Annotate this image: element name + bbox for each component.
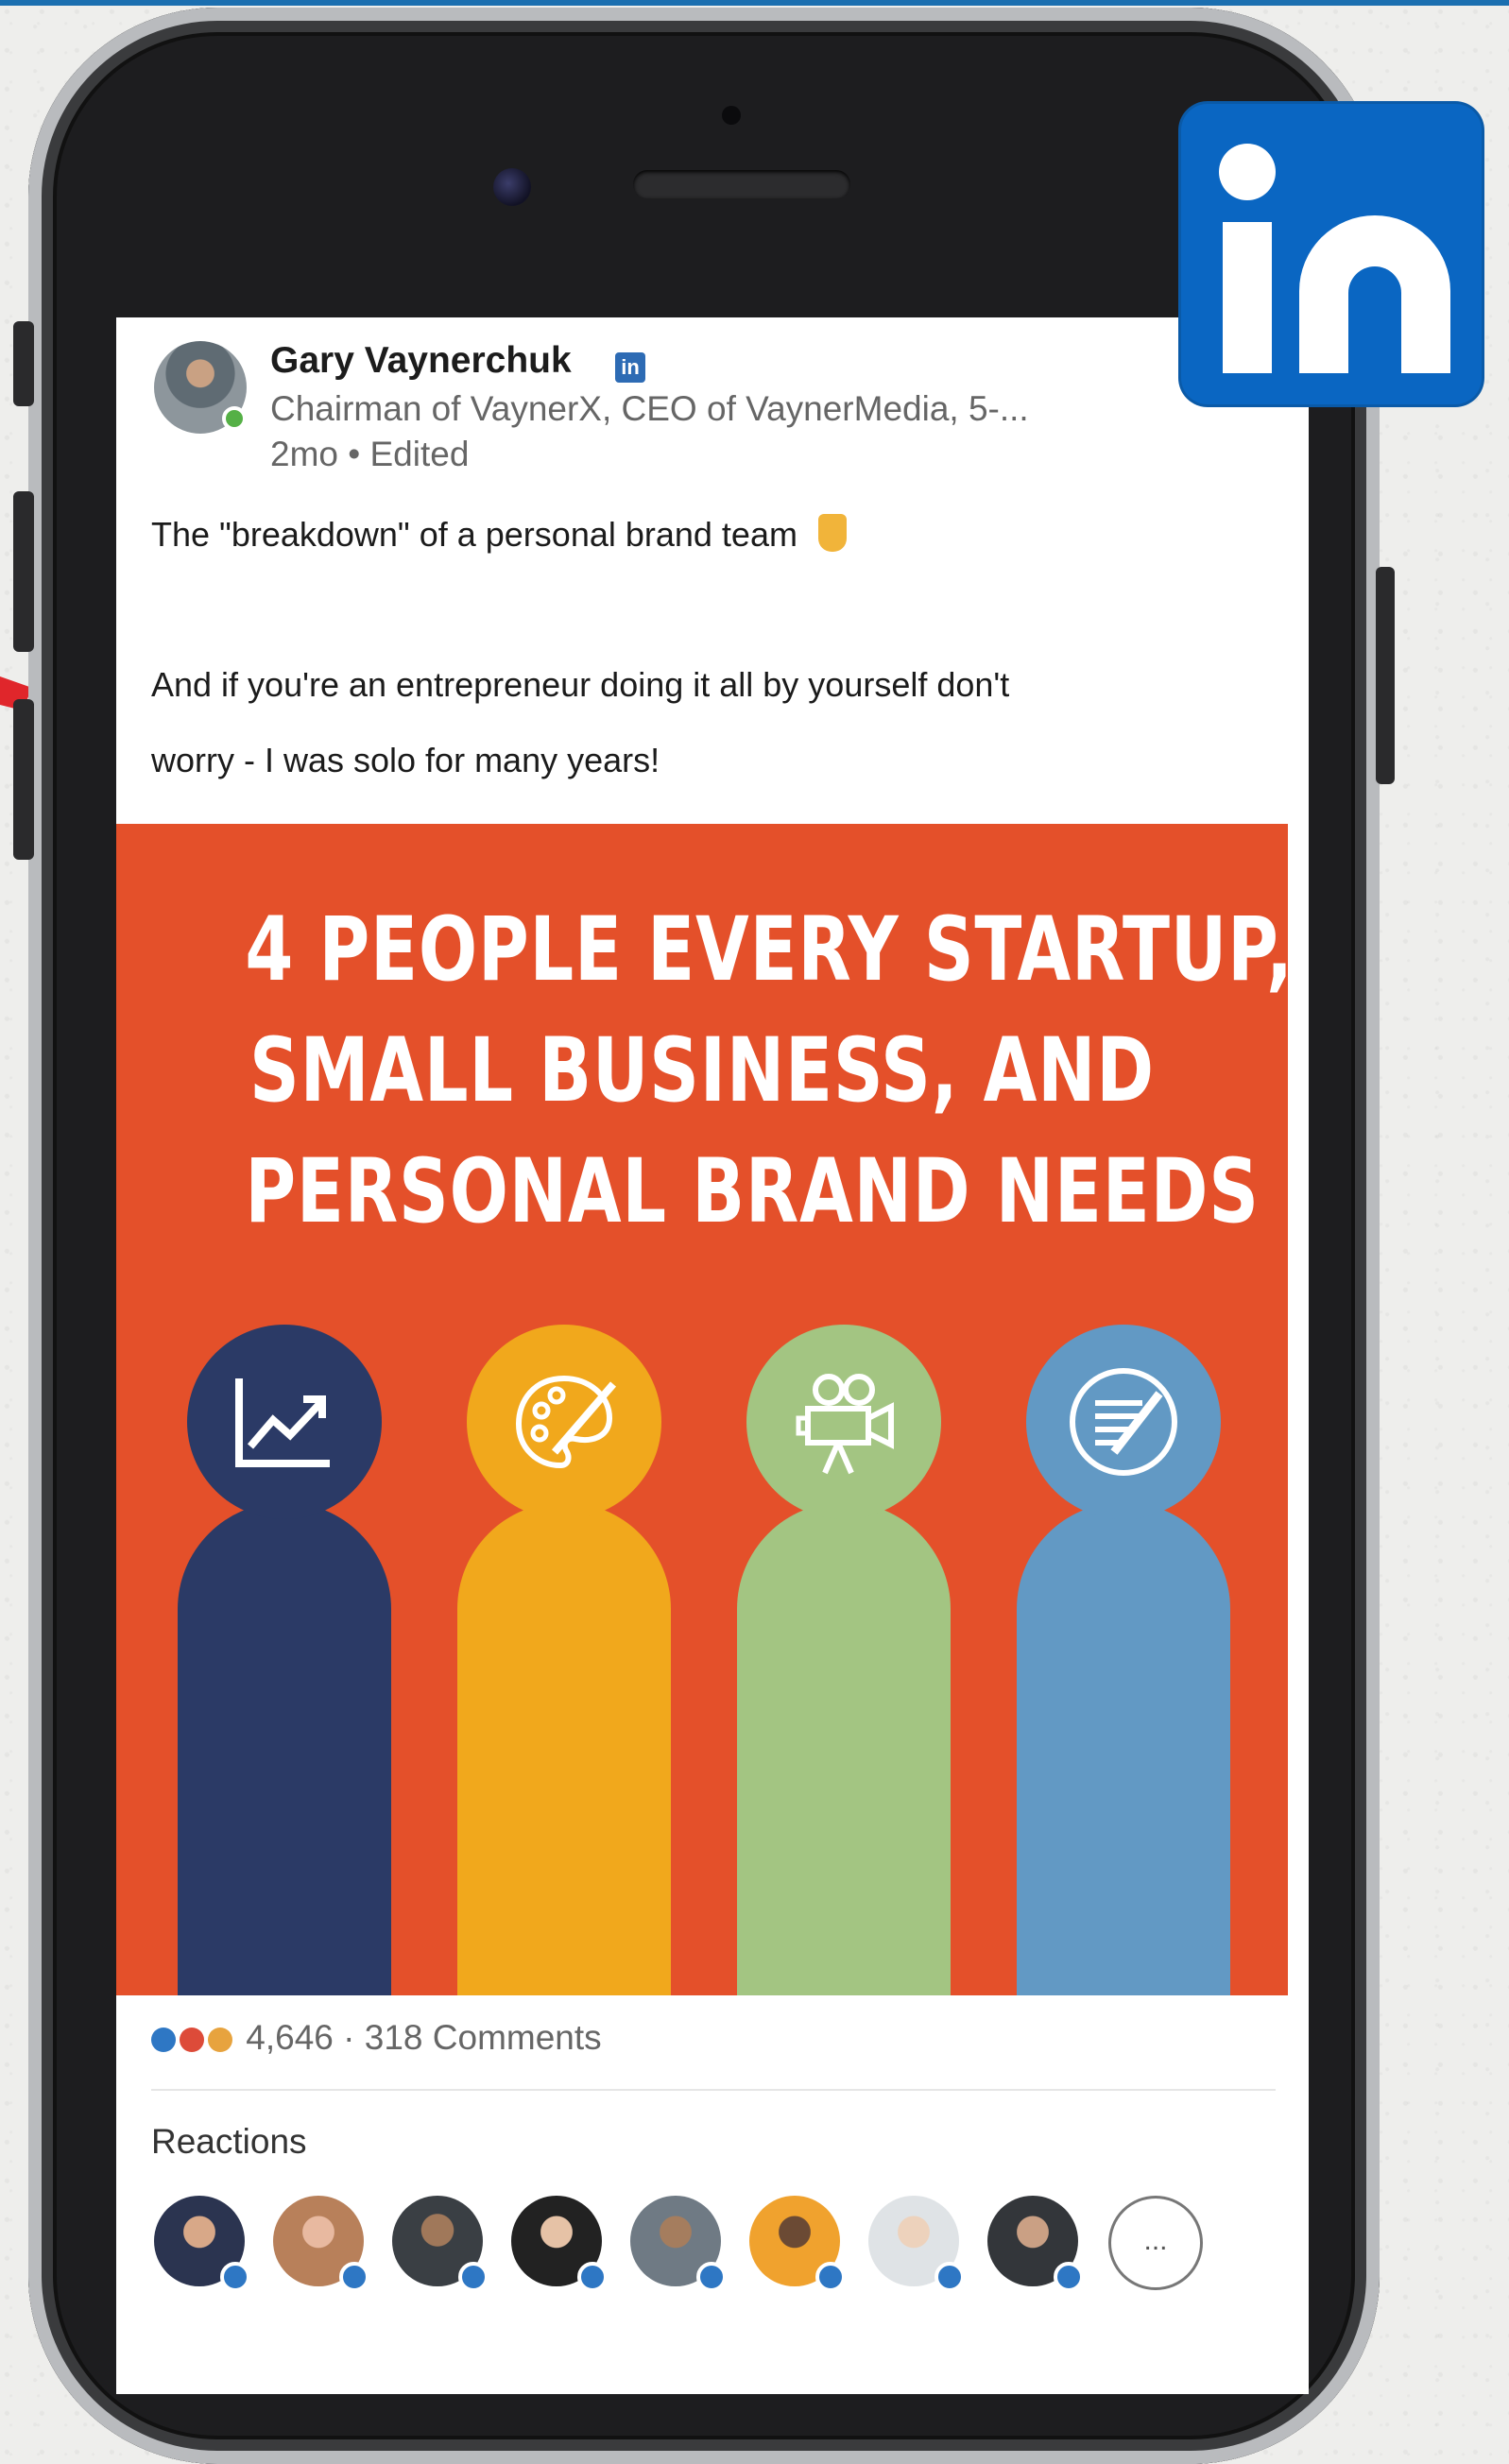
reactor-avatar[interactable]	[630, 2196, 727, 2292]
volume-up-button	[13, 491, 34, 652]
author-name[interactable]: Gary Vaynerchuk	[270, 340, 572, 382]
graphic-title-line-1: 4 PEOPLE EVERY STARTUP,	[245, 898, 1288, 1001]
reactor-avatar[interactable]	[749, 2196, 846, 2292]
like-icon	[1054, 2262, 1084, 2292]
chart-icon	[235, 1378, 330, 1467]
pointing-down-icon	[817, 514, 847, 552]
reactions-count[interactable]: 4,646	[246, 2018, 334, 2057]
like-icon	[458, 2262, 489, 2292]
like-icon	[220, 2262, 250, 2292]
person-body	[1017, 1502, 1230, 1995]
person-body	[737, 1502, 951, 1995]
reactor-avatar[interactable]	[154, 2196, 250, 2292]
graphic-title: 4 PEOPLE EVERY STARTUP, SMALL BUSINESS, …	[245, 890, 1288, 1253]
like-icon	[696, 2262, 727, 2292]
reactions-heading: Reactions	[151, 2122, 307, 2161]
post-image[interactable]: 4 PEOPLE EVERY STARTUP, SMALL BUSINESS, …	[116, 824, 1288, 1995]
linkedin-badge-icon: in	[615, 352, 645, 383]
top-accent-bar	[0, 0, 1509, 6]
stats-separator: ·	[343, 2018, 355, 2057]
proximity-sensor	[722, 106, 741, 125]
power-button	[1376, 567, 1395, 784]
reactor-avatar[interactable]	[392, 2196, 489, 2292]
linkedin-post-screen: Gary Vaynerchuk in Chairman of VaynerX, …	[116, 317, 1309, 2394]
more-reactors-button[interactable]: ...	[1108, 2196, 1203, 2290]
insightful-reaction-icon	[208, 2028, 232, 2052]
post-text-line-2: And if you're an entrepreneur doing it a…	[151, 665, 1010, 704]
love-reaction-icon	[180, 2028, 204, 2052]
like-reaction-icon	[151, 2028, 176, 2052]
video-camera-icon	[796, 1374, 894, 1475]
mute-switch	[13, 321, 34, 406]
person-head	[187, 1325, 382, 1519]
like-icon	[339, 2262, 369, 2292]
graphic-title-line-2: SMALL BUSINESS, AND	[249, 1019, 1155, 1122]
person-head	[467, 1325, 661, 1519]
post-stats: 4,646 · 318 Comments	[151, 2018, 602, 2058]
front-camera-icon	[493, 168, 531, 206]
earpiece-speaker	[633, 170, 850, 198]
logo-i	[1223, 222, 1272, 373]
reactor-avatar[interactable]	[868, 2196, 965, 2292]
linkedin-logo-icon	[1181, 104, 1482, 404]
logo-n-hole	[1348, 266, 1401, 373]
reactor-avatar[interactable]	[273, 2196, 369, 2292]
person-head	[1026, 1325, 1221, 1519]
divider	[151, 2089, 1276, 2091]
reactor-avatar[interactable]	[511, 2196, 608, 2292]
post-text-line-3: worry - I was solo for many years!	[151, 741, 660, 779]
like-icon	[577, 2262, 608, 2292]
post-text-line-1: The "breakdown" of a personal brand team	[151, 514, 847, 555]
writing-icon	[1070, 1368, 1177, 1476]
person-body	[178, 1502, 391, 1995]
post-timestamp: 2mo • Edited	[270, 435, 470, 473]
graphic-title-line-3: PERSONAL BRAND NEEDS	[245, 1140, 1260, 1243]
online-status-icon	[222, 406, 247, 431]
post-text-line-1-text: The "breakdown" of a personal brand team	[151, 515, 797, 554]
like-icon	[815, 2262, 846, 2292]
comments-count[interactable]: 318 Comments	[365, 2018, 602, 2057]
person-head	[746, 1325, 941, 1519]
person-body	[457, 1502, 671, 1995]
author-headline: Chairman of VaynerX, CEO of VaynerMedia,…	[270, 389, 1029, 428]
like-icon	[935, 2262, 965, 2292]
logo-dot	[1219, 144, 1276, 200]
palette-icon	[515, 1375, 617, 1469]
reactor-avatar[interactable]	[987, 2196, 1084, 2292]
volume-down-button	[13, 699, 34, 860]
